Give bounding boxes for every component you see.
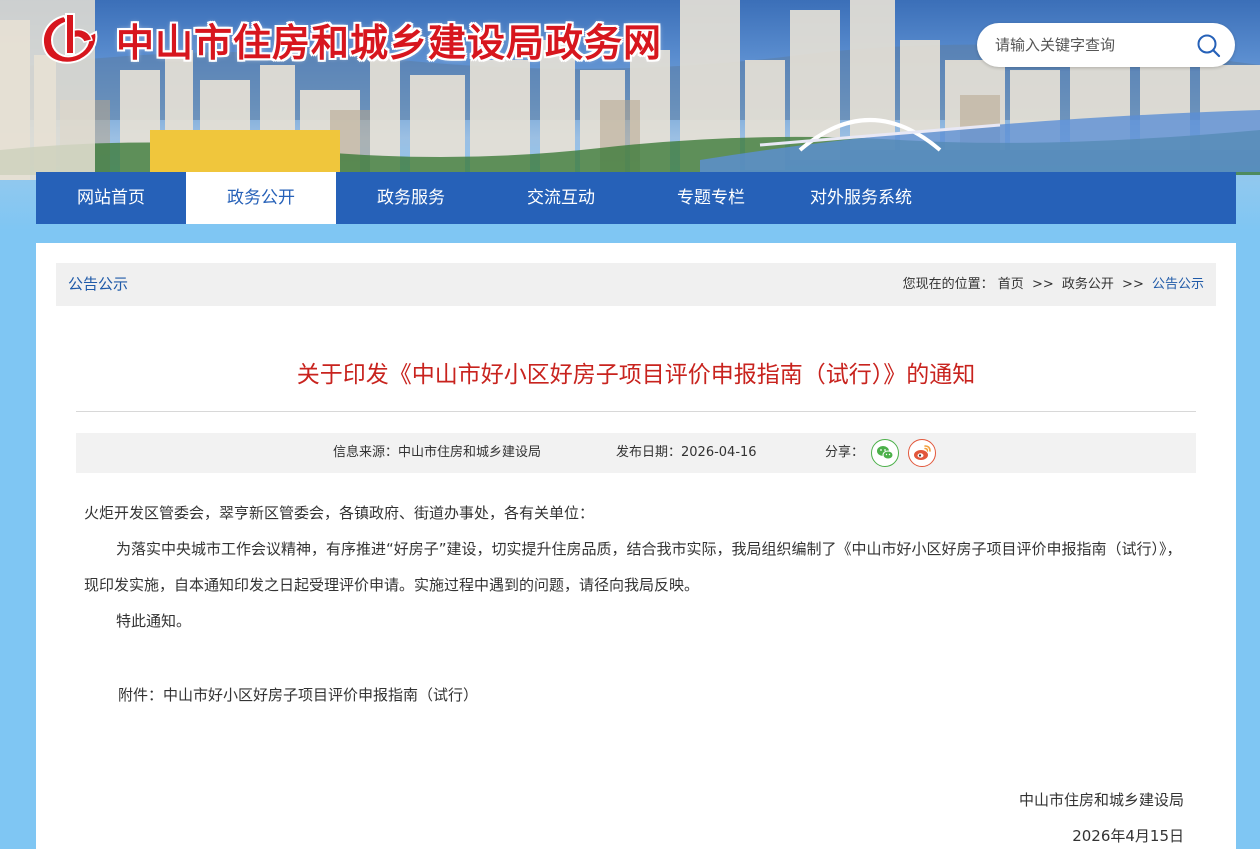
site-title: 中山市住房和城乡建设局政务网 [116,21,663,65]
article-title: 关于印发《中山市好小区好房子项目评价申报指南（试行）》的通知 [296,362,976,388]
nav-item-interaction[interactable]: 交流互动 [486,172,636,224]
search-button[interactable] [1195,32,1223,60]
breadcrumb-announcements[interactable]: 公告公示 [1152,277,1204,292]
wechat-icon [877,446,894,460]
nav-item-home[interactable]: 网站首页 [36,172,186,224]
article-meta: 信息来源：中山市住房和城乡建设局 发布日期：2026-04-16 分享： [76,433,1196,473]
search-input[interactable] [995,23,1185,67]
breadcrumb-separator: >> [1031,277,1054,292]
nav-item-external-systems[interactable]: 对外服务系统 [786,172,936,224]
article-salutation: 火炬开发区管委会，翠亨新区管委会，各镇政府、街道办事处，各有关单位： [84,504,595,522]
weibo-icon [914,445,931,460]
nav-item-government-affairs[interactable]: 政务公开 [186,172,336,224]
signature-date: 2026年4月15日 [1072,827,1184,845]
article-closing: 特此通知。 [116,612,192,630]
section-title: 公告公示 [68,275,129,293]
signature-organization: 中山市住房和城乡建设局 [1018,791,1184,809]
breadcrumb-home[interactable]: 首页 [998,277,1024,292]
breadcrumb-government-affairs[interactable]: 政务公开 [1062,277,1114,292]
nav-item-special-topics[interactable]: 专题专栏 [636,172,786,224]
article-body: 火炬开发区管委会，翠亨新区管委会，各镇政府、街道办事处，各有关单位： 为落实中央… [84,495,1192,639]
share-wechat-button[interactable] [871,439,899,467]
search-icon [1197,34,1221,58]
nav-item-services[interactable]: 政务服务 [336,172,486,224]
main-nav: 网站首页 政务公开 政务服务 交流互动 专题专栏 对外服务系统 [36,172,1236,224]
share-label: 分享： [825,445,865,460]
breadcrumb-bar: 公告公示 您现在的位置： 首页 >> 政务公开 >> 公告公示 [56,263,1216,306]
title-divider [76,411,1196,412]
breadcrumb-separator: >> [1122,277,1144,292]
site-logo-icon [42,13,98,64]
article-source: 信息来源：中山市住房和城乡建设局 [333,445,542,460]
search-box [977,23,1235,67]
content-panel: 公告公示 您现在的位置： 首页 >> 政务公开 >> 公告公示 关于印发《中山市… [36,243,1236,849]
attachment-link[interactable]: 附件：中山市好小区好房子项目评价申报指南（试行） [118,677,478,713]
breadcrumb: 您现在的位置： 首页 >> 政务公开 >> 公告公示 [903,263,1204,306]
share-weibo-button[interactable] [908,439,936,467]
article-date: 发布日期：2026-04-16 [616,445,757,460]
breadcrumb-prefix: 您现在的位置： [902,277,994,292]
article-paragraph: 为落实中央城市工作会议精神，有序推进“好房子”建设，切实提升住房品质，结合我市实… [84,540,1182,594]
